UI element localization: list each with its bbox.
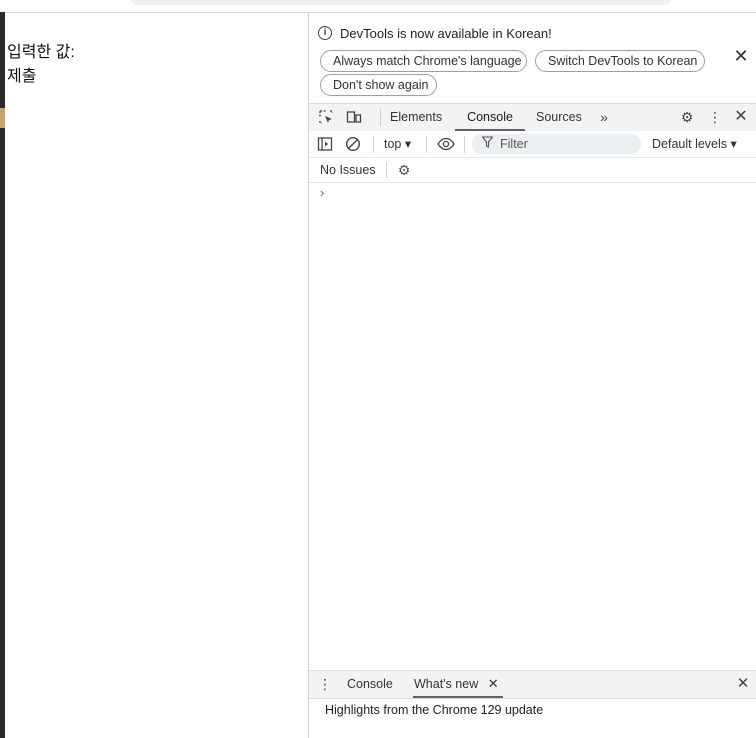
gear-icon[interactable]: ⚙ [679,109,695,125]
tab-separator [380,109,381,126]
tab-elements[interactable]: Elements [390,104,442,131]
switch-korean-button[interactable]: Switch DevTools to Korean [535,50,705,72]
close-tab-icon[interactable]: ✕ [488,676,499,691]
dropdown-arrow-icon: ▾ [730,137,737,151]
log-levels-dropdown[interactable]: Default levels ▾ [652,131,737,157]
dont-show-again-button[interactable]: Don't show again [320,74,437,96]
console-prompt[interactable]: › [320,185,324,200]
drawer-menu-icon[interactable]: ⋮ [317,676,333,692]
devtools-tabbar: Elements Console Sources » ⚙ ⋮ ✕ [309,103,756,132]
language-banner: i DevTools is now available in Korean! ✕… [309,13,756,101]
levels-label: Default levels [652,137,728,151]
context-value: top [384,137,402,151]
whats-new-highlights: Highlights from the Chrome 129 update [325,703,544,717]
kebab-menu-icon[interactable]: ⋮ [707,109,723,125]
sidebar-toggle-icon[interactable] [317,136,333,152]
close-drawer-icon[interactable]: ✕ [735,676,751,692]
chevron-double-right-icon[interactable]: » [596,109,612,125]
filter-icon [481,136,494,151]
drawer-tab-whats-new[interactable]: What's new ✕ [413,671,503,698]
address-bar[interactable] [130,0,672,5]
devtools-panel: i DevTools is now available in Korean! ✕… [308,13,756,738]
tab-sources[interactable]: Sources [536,104,582,131]
context-selector[interactable]: top ▾ [384,131,411,157]
clear-console-icon[interactable] [345,136,361,152]
drawer-tab-console[interactable]: Console [347,671,393,698]
submit-text[interactable]: 제출 [7,62,36,86]
filter-input[interactable]: Filter [472,134,641,154]
console-settings-gear-icon[interactable]: ⚙ [396,162,412,178]
issues-separator [386,162,387,178]
banner-message: DevTools is now available in Korean! [340,26,552,41]
toolbar-separator [464,136,465,153]
whats-new-label: What's new [414,677,479,691]
close-devtools-icon[interactable]: ✕ [733,109,749,125]
device-toolbar-icon[interactable] [346,109,362,125]
page-content: 입력한 값: 제출 [5,13,308,738]
info-icon: i [318,26,332,40]
input-value-label: 입력한 값: [7,44,75,61]
match-language-button[interactable]: Always match Chrome's language [320,50,527,72]
issues-count[interactable]: No Issues [320,158,376,182]
tab-console[interactable]: Console [455,104,525,131]
close-icon[interactable]: ✕ [733,47,749,65]
dropdown-arrow-icon: ▾ [404,137,412,151]
live-expression-icon[interactable] [437,136,455,152]
issues-bar: No Issues ⚙ [309,158,756,183]
toolbar-separator [426,136,427,153]
toolbar-separator [373,136,374,153]
filter-placeholder: Filter [500,137,528,151]
inspect-element-icon[interactable] [318,109,334,125]
browser-top-bar [0,0,756,13]
console-toolbar: top ▾ Filter Default levels ▾ [309,131,756,158]
drawer-tabbar: ⋮ Console What's new ✕ ✕ [309,670,756,699]
